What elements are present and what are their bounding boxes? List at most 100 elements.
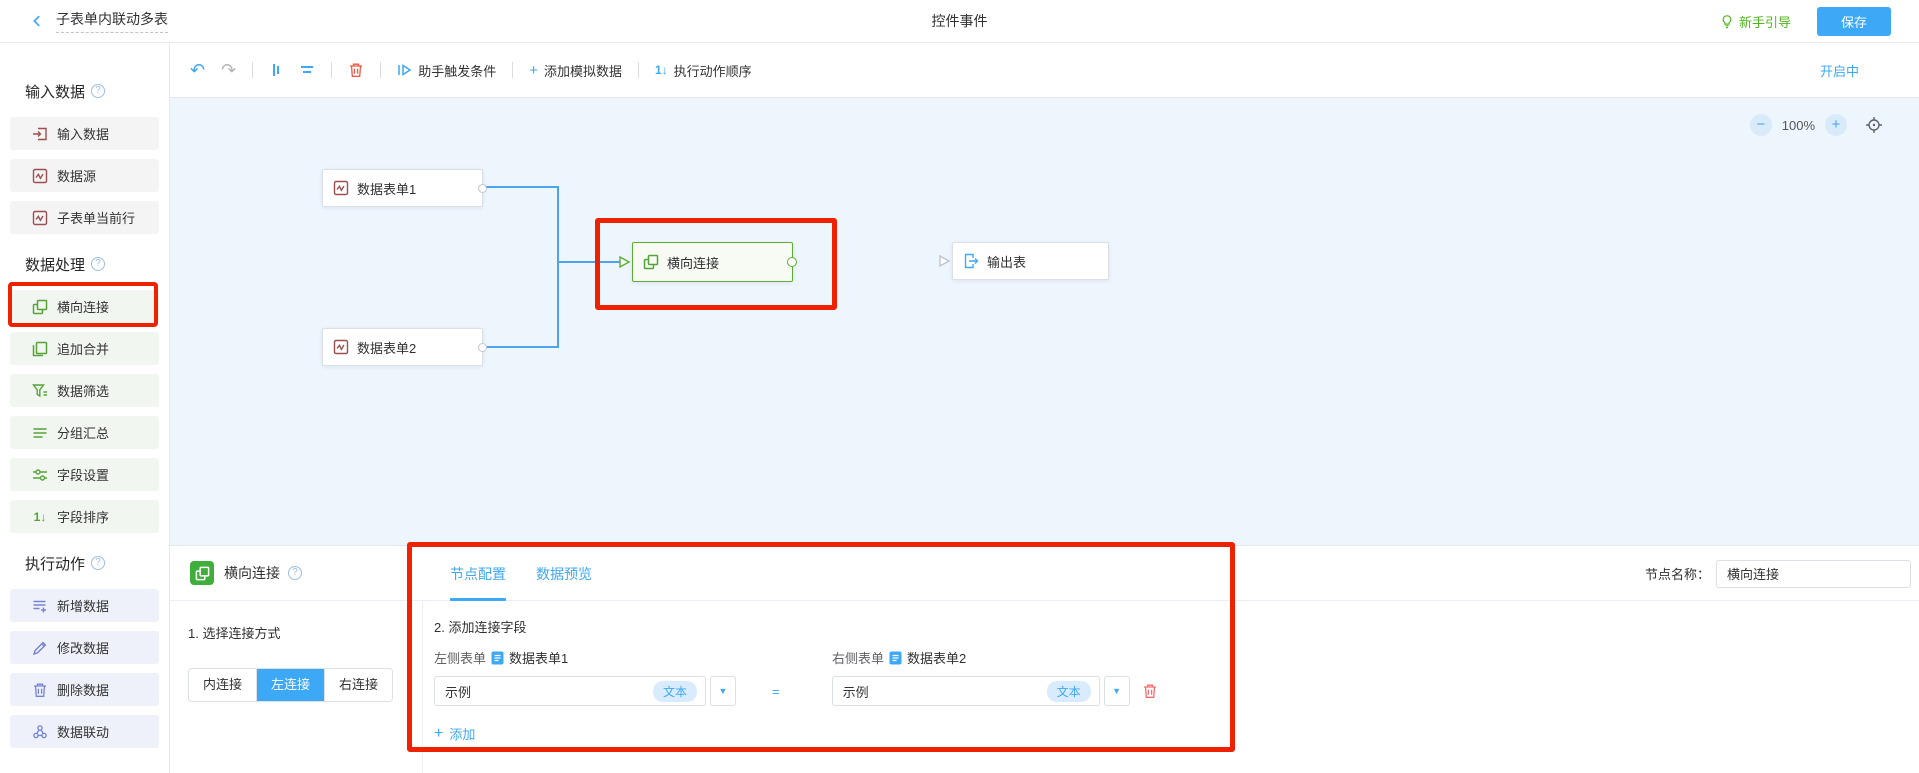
sidebar-item-label: 追加合并 <box>57 339 109 358</box>
back-icon[interactable] <box>30 14 44 28</box>
node-horizontal-join[interactable]: 横向连接 <box>632 242 793 282</box>
join-mode-inner[interactable]: 内连接 <box>189 669 257 701</box>
output-port[interactable] <box>478 184 487 193</box>
equals-sign: = <box>772 684 780 699</box>
action-order-button[interactable]: 1↓ 执行动作顺序 <box>655 61 752 80</box>
page-title: 控件事件 <box>932 11 988 31</box>
append-merge-icon <box>32 341 48 357</box>
beginner-guide-label: 新手引导 <box>1739 12 1791 31</box>
zoom-level: 100% <box>1782 118 1815 133</box>
right-form-label-group: 右侧表单 数据表单2 <box>832 648 966 667</box>
field-settings-icon <box>32 467 48 483</box>
zoom-out-button[interactable]: − <box>1750 114 1772 136</box>
add-field-button[interactable]: + 添加 <box>434 724 504 743</box>
node-data-form2[interactable]: 数据表单2 <box>322 328 483 366</box>
input-port-arrow <box>618 256 631 268</box>
sidebar-item-label: 分组汇总 <box>57 423 109 442</box>
field-type-badge: 文本 <box>653 681 697 702</box>
sidebar-item-label: 新增数据 <box>57 596 109 615</box>
undo-icon[interactable]: ↶ <box>190 61 205 79</box>
sidebar-item-group-summary[interactable]: 分组汇总 <box>10 416 159 449</box>
output-table-icon <box>963 253 979 269</box>
play-bar-icon <box>397 63 412 77</box>
help-icon[interactable]: ? <box>91 84 105 98</box>
add-mock-data-button[interactable]: + 添加模拟数据 <box>529 61 622 80</box>
breadcrumb-title[interactable]: 子表单内联动多表 <box>56 9 168 33</box>
join-mode-right[interactable]: 右连接 <box>325 669 392 701</box>
help-icon[interactable]: ? <box>91 556 105 570</box>
right-field-select[interactable]: 示例 文本 <box>832 676 1100 706</box>
left-field-dropdown-button[interactable]: ▼ <box>710 676 736 706</box>
delete-field-row-icon[interactable] <box>1142 683 1158 699</box>
section-header-data-process: 数据处理 ? <box>25 254 159 274</box>
sidebar-item-add-data[interactable]: 新增数据 <box>10 589 159 622</box>
sidebar-item-label: 输入数据 <box>57 124 109 143</box>
delete-data-icon <box>32 682 48 698</box>
sidebar-item-label: 字段设置 <box>57 465 109 484</box>
left-field-select[interactable]: 示例 文本 <box>434 676 706 706</box>
plus-icon: + <box>529 63 538 78</box>
horizontal-join-icon <box>32 299 48 315</box>
join-fields-title: 2. 添加连接字段 <box>434 617 1919 636</box>
sidebar-item-append-merge[interactable]: 追加合并 <box>10 332 159 365</box>
help-icon[interactable]: ? <box>288 566 302 580</box>
form-doc-icon <box>889 651 902 665</box>
sidebar-item-data-linkage[interactable]: 数据联动 <box>10 715 159 748</box>
sidebar-item-field-sort[interactable]: 1↓ 字段排序 <box>10 500 159 533</box>
connector-line <box>486 346 559 348</box>
status-toggle[interactable]: 开启中 <box>1820 61 1859 80</box>
zoom-controls: − 100% + <box>1750 114 1883 136</box>
right-field-dropdown-button[interactable]: ▼ <box>1104 676 1130 706</box>
left-form-label-group: 左侧表单 数据表单1 <box>434 648 568 667</box>
field-type-badge: 文本 <box>1047 681 1091 702</box>
sidebar-item-delete-data[interactable]: 删除数据 <box>10 673 159 706</box>
node-data-form1[interactable]: 数据表单1 <box>322 169 483 207</box>
save-button[interactable]: 保存 <box>1817 7 1891 36</box>
node-name-label: 节点名称： <box>1645 564 1710 583</box>
sidebar-item-label: 子表单当前行 <box>57 208 135 227</box>
redo-icon[interactable]: ↷ <box>221 61 236 79</box>
node-label: 横向连接 <box>667 253 719 272</box>
sidebar-item-label: 数据联动 <box>57 722 109 741</box>
subform-current-row-icon <box>32 210 48 226</box>
assistant-trigger-button[interactable]: 助手触发条件 <box>397 61 496 80</box>
fit-view-icon[interactable] <box>1865 116 1883 134</box>
sidebar-item-edit-data[interactable]: 修改数据 <box>10 631 159 664</box>
connector-line <box>486 186 559 188</box>
sidebar-item-label: 字段排序 <box>57 507 109 526</box>
join-mode-segmented: 内连接 左连接 右连接 <box>188 668 393 702</box>
tab-node-config[interactable]: 节点配置 <box>450 546 506 601</box>
top-header: 子表单内联动多表 控件事件 新手引导 保存 <box>0 0 1919 43</box>
output-port[interactable] <box>478 343 487 352</box>
form-chart-icon <box>333 339 349 355</box>
sidebar-item-field-settings[interactable]: 字段设置 <box>10 458 159 491</box>
tidy-vertical-icon[interactable] <box>269 62 283 78</box>
sidebar-item-subform-row[interactable]: 子表单当前行 <box>10 201 159 234</box>
tab-data-preview[interactable]: 数据预览 <box>536 546 592 601</box>
output-port[interactable] <box>787 257 797 267</box>
node-output-table[interactable]: 输出表 <box>952 242 1109 280</box>
sidebar-item-input-data[interactable]: 输入数据 <box>10 117 159 150</box>
panel-tabs: 节点配置 数据预览 <box>450 546 592 601</box>
help-icon[interactable]: ? <box>91 257 105 271</box>
connector-line <box>557 186 559 348</box>
sort-order-icon: 1↓ <box>655 63 668 77</box>
sidebar-item-horizontal-join[interactable]: 横向连接 <box>10 290 159 323</box>
sidebar-item-data-filter[interactable]: 数据筛选 <box>10 374 159 407</box>
zoom-in-button[interactable]: + <box>1825 114 1847 136</box>
panel-node-title: 横向连接 <box>224 563 280 583</box>
horizontal-join-icon <box>643 254 659 270</box>
lightbulb-icon <box>1720 14 1734 29</box>
sidebar-item-label: 数据源 <box>57 166 96 185</box>
add-data-icon <box>32 598 48 614</box>
delete-node-icon[interactable] <box>348 62 364 78</box>
sidebar-item-label: 数据筛选 <box>57 381 109 400</box>
left-sidebar: 输入数据 ? 输入数据 数据源 子表单当前行 <box>0 43 170 773</box>
beginner-guide-link[interactable]: 新手引导 <box>1720 12 1791 31</box>
tidy-horizontal-icon[interactable] <box>299 63 315 77</box>
section-header-input-data: 输入数据 ? <box>25 81 159 101</box>
join-mode-left[interactable]: 左连接 <box>257 669 325 701</box>
node-name-input[interactable] <box>1716 560 1911 588</box>
flow-canvas[interactable]: 数据表单1 数据表单2 横向连接 <box>170 98 1919 545</box>
sidebar-item-data-source[interactable]: 数据源 <box>10 159 159 192</box>
